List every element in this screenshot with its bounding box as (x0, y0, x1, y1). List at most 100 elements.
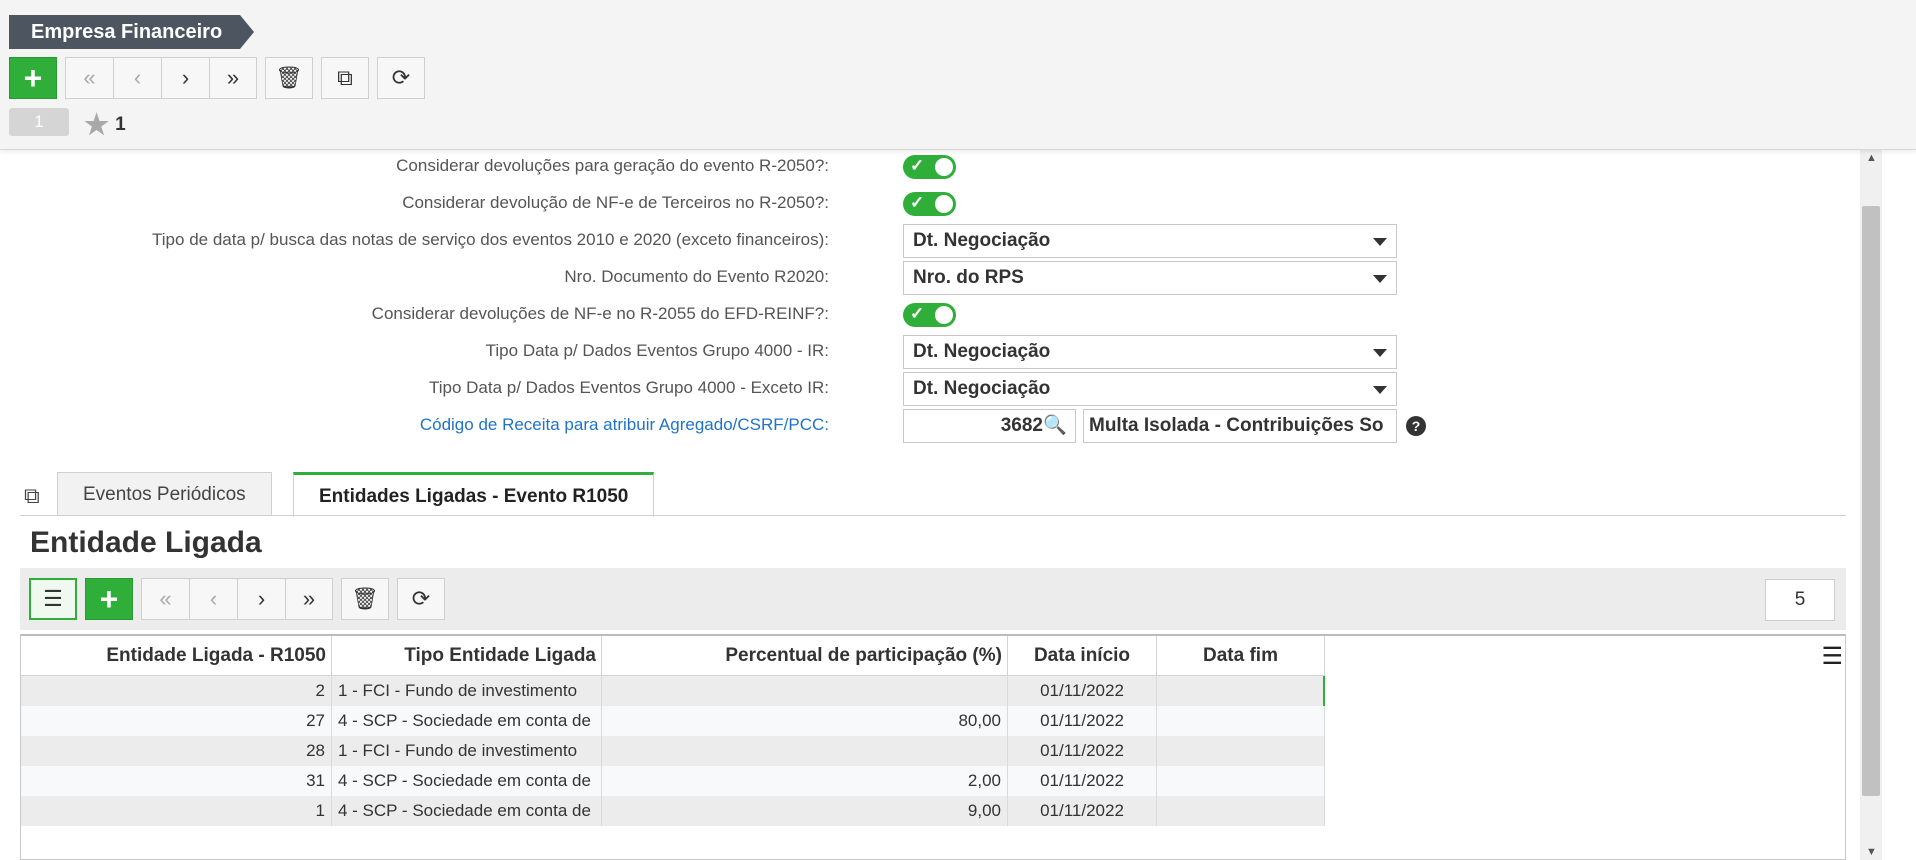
main-toolbar: + « ‹ › » 🗑 ⧉ ⟳ (9, 57, 433, 99)
section-title: Entidade Ligada (30, 526, 262, 559)
toggle-switch[interactable]: ✓ (903, 303, 956, 327)
cell-data-fim (1157, 766, 1325, 796)
cell-entidade: 27 (21, 706, 332, 736)
cell-data-fim (1157, 736, 1325, 766)
grid-next-button[interactable]: › (237, 578, 285, 620)
nav-group: « ‹ › » (65, 57, 257, 99)
select-tipo-data-servico[interactable]: Dt. Negociação (903, 224, 1397, 258)
vertical-scrollbar[interactable]: ▲ ▼ (1860, 150, 1882, 860)
toggle-switch[interactable]: ✓ (903, 155, 956, 179)
table-row[interactable]: 28 1 - FCI - Fundo de investimento 01/11… (21, 736, 1325, 766)
cell-data-fim (1157, 796, 1325, 826)
help-icon[interactable]: ? (1406, 416, 1426, 436)
form-row-devolucao-terceiros: Considerar devolução de NF-e de Terceiro… (0, 187, 1860, 219)
select-value: Dt. Negociação (913, 341, 1051, 362)
caret-down-icon (1373, 275, 1387, 283)
delete-button[interactable]: 🗑 (265, 57, 313, 99)
grid-previous-button[interactable]: ‹ (189, 578, 237, 620)
select-grupo-4000-exceto-ir[interactable]: Dt. Negociação (903, 372, 1397, 406)
codigo-receita-input[interactable]: 3682 🔍 (903, 409, 1076, 443)
form-label: Considerar devolução de NF-e de Terceiro… (402, 193, 829, 212)
check-icon: ✓ (910, 304, 925, 323)
cell-percentual (602, 736, 1008, 766)
table-row[interactable]: 27 4 - SCP - Sociedade em conta de 80,00… (21, 706, 1325, 736)
data-grid: Entidade Ligada - R1050 Tipo Entidade Li… (20, 634, 1846, 860)
cell-entidade: 28 (21, 736, 332, 766)
scroll-down-icon[interactable]: ▼ (1866, 846, 1877, 858)
cell-entidade: 1 (21, 796, 332, 826)
column-header[interactable]: Percentual de participação (%) (602, 636, 1008, 676)
cell-data-inicio: 01/11/2022 (1008, 766, 1157, 796)
caret-down-icon (1373, 386, 1387, 394)
copy-button[interactable]: ⧉ (321, 57, 369, 99)
table-row[interactable]: 2 1 - FCI - Fundo de investimento 01/11/… (21, 676, 1325, 706)
grid-toolbar: ☰ + « ‹ › » 🗑 ⟳ (20, 568, 1846, 630)
grid-refresh-button[interactable]: ⟳ (397, 578, 445, 620)
table-row[interactable]: 1 4 - SCP - Sociedade em conta de 9,00 0… (21, 796, 1325, 826)
cell-percentual: 80,00 (602, 706, 1008, 736)
trash-icon: 🗑 (351, 586, 379, 611)
scrollbar-thumb[interactable] (1862, 206, 1880, 796)
toggle-switch[interactable]: ✓ (903, 192, 956, 216)
select-value: Nro. do RPS (913, 267, 1024, 288)
toggle-knob (935, 195, 953, 213)
toggle-knob (935, 306, 953, 324)
page-indicator[interactable]: 1 (9, 108, 69, 136)
select-value: Dt. Negociação (913, 230, 1051, 251)
grid-first-button[interactable]: « (141, 578, 189, 620)
refresh-button[interactable]: ⟳ (377, 57, 425, 99)
column-header[interactable]: Data início (1008, 636, 1157, 676)
last-record-button[interactable]: » (209, 57, 257, 99)
favorites[interactable]: ★ 1 (84, 108, 126, 141)
grid-nav-group: « ‹ › » (141, 578, 333, 620)
page-title: Empresa Financeiro (9, 15, 254, 49)
column-header[interactable]: Data fim (1157, 636, 1325, 676)
form-row-tipo-data-servico: Tipo de data p/ busca das notas de servi… (0, 224, 1860, 258)
codigo-value: 3682 (1000, 415, 1043, 436)
column-menu-icon[interactable]: ☰ (1821, 642, 1843, 671)
form-row-nro-documento: Nro. Documento do Evento R2020: Nro. do … (0, 261, 1860, 295)
select-nro-documento[interactable]: Nro. do RPS (903, 261, 1397, 295)
grid-last-button[interactable]: » (285, 578, 333, 620)
next-record-button[interactable]: › (161, 57, 209, 99)
form-row-grupo-4000-exceto-ir: Tipo Data p/ Dados Eventos Grupo 4000 - … (0, 372, 1860, 406)
check-icon: ✓ (910, 156, 925, 175)
codigo-receita-link[interactable]: Código de Receita para atribuir Agregado… (420, 409, 829, 441)
search-icon[interactable]: 🔍 (1043, 410, 1067, 442)
tab-eventos-periodicos[interactable]: Eventos Periódicos (57, 472, 272, 516)
add-button[interactable]: + (9, 57, 57, 99)
form-row-codigo-receita: Código de Receita para atribuir Agregado… (0, 409, 1860, 443)
refresh-icon: ⟳ (391, 65, 411, 90)
trash-icon: 🗑 (275, 65, 303, 90)
caret-down-icon (1373, 349, 1387, 357)
grid-delete-button[interactable]: 🗑 (341, 578, 389, 620)
tabs-divider (20, 515, 1846, 516)
cell-tipo: 4 - SCP - Sociedade em conta de (332, 706, 602, 736)
cell-data-fim (1157, 676, 1325, 706)
column-header[interactable]: Entidade Ligada - R1050 (21, 636, 332, 676)
table-row[interactable]: 31 4 - SCP - Sociedade em conta de 2,00 … (21, 766, 1325, 796)
previous-record-button[interactable]: ‹ (113, 57, 161, 99)
tab-entidades-ligadas[interactable]: Entidades Ligadas - Evento R1050 (293, 472, 655, 517)
grid-add-button[interactable]: + (85, 578, 133, 620)
cell-tipo: 4 - SCP - Sociedade em conta de (332, 796, 602, 826)
list-icon: ☰ (43, 586, 63, 611)
first-record-button[interactable]: « (65, 57, 113, 99)
form-label: Tipo de data p/ busca das notas de servi… (152, 230, 829, 249)
cell-tipo: 1 - FCI - Fundo de investimento (332, 736, 602, 766)
form-row-devolucoes-r2055: Considerar devoluções de NF-e no R-2055 … (0, 298, 1860, 330)
list-view-button[interactable]: ☰ (29, 578, 77, 620)
copy-tabs-icon[interactable]: ⧉ (24, 483, 40, 509)
caret-down-icon (1373, 238, 1387, 246)
favorites-count: 1 (115, 113, 126, 135)
cell-data-fim (1157, 706, 1325, 736)
cell-percentual (602, 676, 1008, 706)
form-label: Tipo Data p/ Dados Eventos Grupo 4000 - … (428, 378, 829, 397)
column-header[interactable]: Tipo Entidade Ligada (332, 636, 602, 676)
toggle-knob (935, 158, 953, 176)
form-label: Considerar devoluções para geração do ev… (396, 156, 829, 175)
scroll-up-icon[interactable]: ▲ (1866, 152, 1877, 164)
page-size-input[interactable]: 5 (1765, 579, 1835, 621)
cell-data-inicio: 01/11/2022 (1008, 796, 1157, 826)
select-grupo-4000-ir[interactable]: Dt. Negociação (903, 335, 1397, 369)
